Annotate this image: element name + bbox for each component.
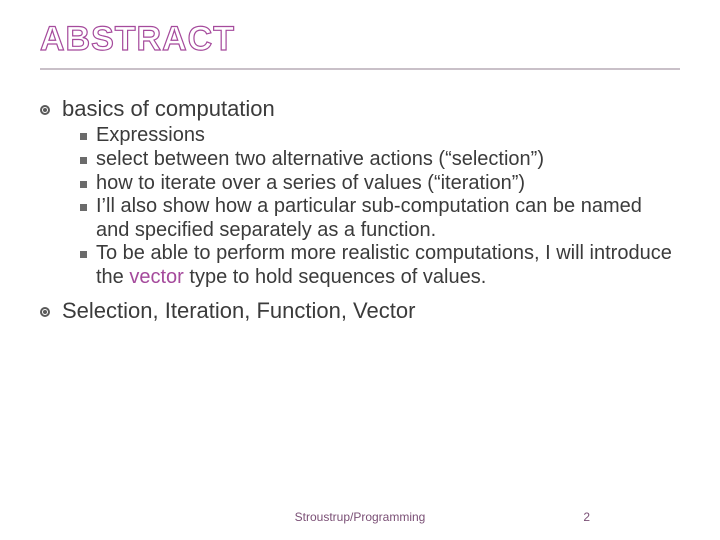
slide: ABSTRACT basics of computation Expressio…	[0, 0, 720, 540]
title-underline	[40, 68, 680, 70]
sub-bullet-list: Expressions select between two alternati…	[40, 124, 680, 289]
sub-bullet-vector: To be able to perform more realistic com…	[80, 242, 680, 289]
sub-bullet-expressions: Expressions	[80, 124, 680, 148]
bullet-summary: Selection, Iteration, Function, Vector	[40, 298, 680, 324]
sub-bullet-iteration: how to iterate over a series of values (…	[80, 172, 680, 196]
keyword-vector: vector	[129, 266, 183, 288]
footer-page-number: 2	[583, 510, 590, 524]
sub-bullet-selection: select between two alternative actions (…	[80, 148, 680, 172]
slide-title: ABSTRACT	[40, 20, 235, 59]
footer-credit: Stroustrup/Programming	[0, 510, 720, 524]
bullet-basics: basics of computation	[40, 96, 680, 122]
sub-bullet-vector-text-b: type to hold sequences of values.	[184, 266, 486, 288]
sub-bullet-function: I’ll also show how a particular sub-comp…	[80, 195, 680, 242]
slide-body: basics of computation Expressions select…	[40, 90, 680, 326]
